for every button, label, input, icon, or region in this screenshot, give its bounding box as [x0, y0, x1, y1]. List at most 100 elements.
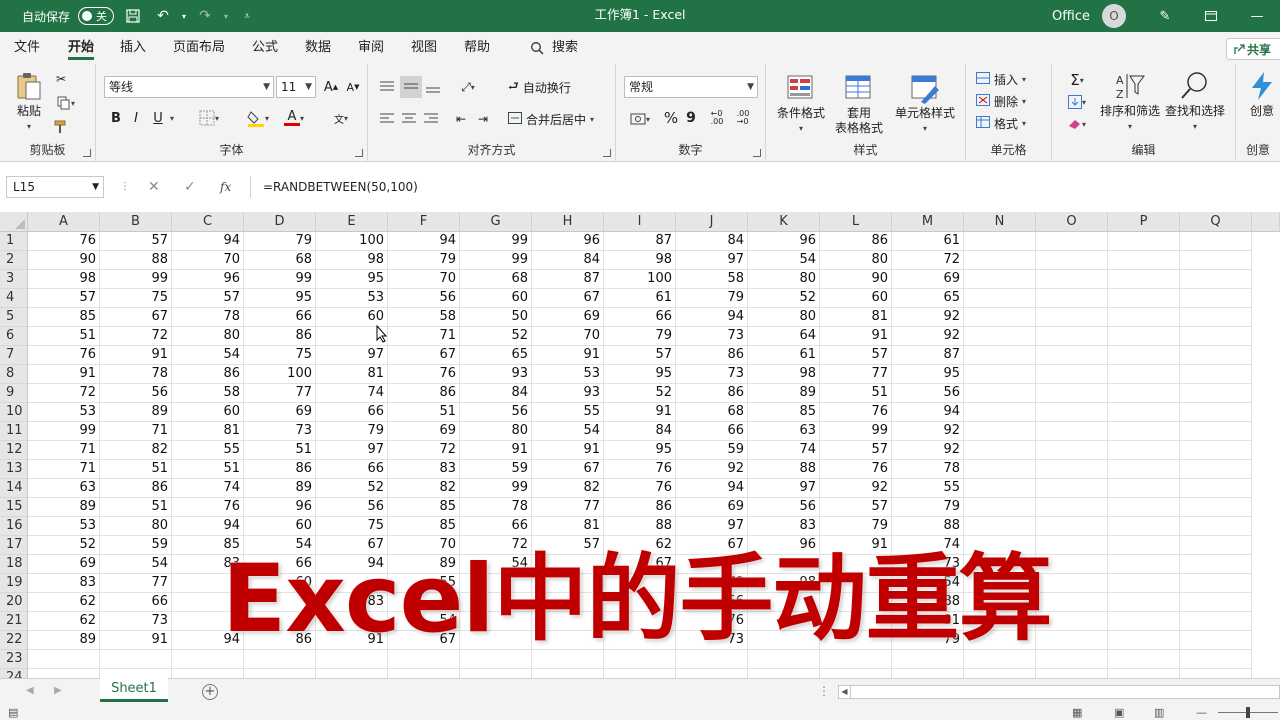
cell-d18[interactable]: 66: [244, 555, 316, 574]
cell-h22[interactable]: [532, 631, 604, 650]
cell-i8[interactable]: 95: [604, 365, 676, 384]
comma-style-button[interactable]: 9: [684, 108, 698, 128]
cell-b12[interactable]: 82: [100, 441, 172, 460]
cell-a13[interactable]: 71: [28, 460, 100, 479]
row-header-16[interactable]: 16: [0, 517, 28, 536]
fill-icon[interactable]: ▾: [1060, 92, 1094, 112]
tab-insert[interactable]: 插入: [120, 32, 146, 64]
cell-b3[interactable]: 99: [100, 270, 172, 289]
cell-q24[interactable]: [1180, 669, 1252, 678]
cell-g5[interactable]: 50: [460, 308, 532, 327]
increase-indent-icon[interactable]: ⇥: [474, 110, 492, 128]
cell-p23[interactable]: [1108, 650, 1180, 669]
cell-k14[interactable]: 97: [748, 479, 820, 498]
cell-c24[interactable]: [172, 669, 244, 678]
align-left-icon[interactable]: [378, 110, 396, 128]
cell-j12[interactable]: 59: [676, 441, 748, 460]
cell-n20[interactable]: [964, 593, 1036, 612]
cell-f8[interactable]: 76: [388, 365, 460, 384]
italic-button[interactable]: I: [128, 108, 144, 128]
cell-g1[interactable]: 99: [460, 232, 532, 251]
cell-e20[interactable]: 83: [316, 593, 388, 612]
cell-f24[interactable]: [388, 669, 460, 678]
cell-c7[interactable]: 54: [172, 346, 244, 365]
cell-o13[interactable]: [1036, 460, 1108, 479]
cell-q21[interactable]: [1180, 612, 1252, 631]
cell-m9[interactable]: 56: [892, 384, 964, 403]
cell-q23[interactable]: [1180, 650, 1252, 669]
cell-d22[interactable]: 86: [244, 631, 316, 650]
alignment-launcher-icon[interactable]: [603, 149, 611, 157]
cell-h18[interactable]: [532, 555, 604, 574]
sheet-tab-sheet1[interactable]: Sheet1: [100, 678, 168, 702]
cell-n13[interactable]: [964, 460, 1036, 479]
cell-k18[interactable]: [748, 555, 820, 574]
cell-c10[interactable]: 60: [172, 403, 244, 422]
cell-h11[interactable]: 54: [532, 422, 604, 441]
cell-a20[interactable]: 62: [28, 593, 100, 612]
cell-p12[interactable]: [1108, 441, 1180, 460]
clear-icon[interactable]: ▾: [1060, 114, 1094, 134]
cell-m24[interactable]: [892, 669, 964, 678]
cell-i22[interactable]: [604, 631, 676, 650]
cell-a19[interactable]: 83: [28, 574, 100, 593]
cell-m21[interactable]: 91: [892, 612, 964, 631]
cell-f20[interactable]: [388, 593, 460, 612]
cell-j6[interactable]: 73: [676, 327, 748, 346]
cell-a24[interactable]: [28, 669, 100, 678]
cell-f21[interactable]: 54: [388, 612, 460, 631]
undo-dropdown-icon[interactable]: ▾: [182, 12, 186, 21]
cell-l20[interactable]: [820, 593, 892, 612]
cell-n1[interactable]: [964, 232, 1036, 251]
row-header-21[interactable]: 21: [0, 612, 28, 631]
cell-i16[interactable]: 88: [604, 517, 676, 536]
cell-o15[interactable]: [1036, 498, 1108, 517]
cell-b17[interactable]: 59: [100, 536, 172, 555]
cell-a5[interactable]: 85: [28, 308, 100, 327]
cell-e15[interactable]: 56: [316, 498, 388, 517]
row-header-4[interactable]: 4: [0, 289, 28, 308]
cell-q14[interactable]: [1180, 479, 1252, 498]
enter-icon[interactable]: ✓: [184, 176, 196, 198]
cell-f12[interactable]: 72: [388, 441, 460, 460]
cell-f1[interactable]: 94: [388, 232, 460, 251]
cell-d12[interactable]: 51: [244, 441, 316, 460]
column-header-h[interactable]: H: [532, 212, 604, 232]
cell-e10[interactable]: 66: [316, 403, 388, 422]
cell-e8[interactable]: 81: [316, 365, 388, 384]
cell-m7[interactable]: 87: [892, 346, 964, 365]
cell-p9[interactable]: [1108, 384, 1180, 403]
cell-q12[interactable]: [1180, 441, 1252, 460]
cell-q9[interactable]: [1180, 384, 1252, 403]
cell-d23[interactable]: [244, 650, 316, 669]
cell-f2[interactable]: 79: [388, 251, 460, 270]
more-options-icon[interactable]: ⋮: [120, 176, 130, 198]
cell-l4[interactable]: 60: [820, 289, 892, 308]
find-select-button[interactable]: 查找和选择 ▾: [1162, 70, 1228, 134]
column-header-d[interactable]: D: [244, 212, 316, 232]
orientation-icon[interactable]: ⤢ ▾: [452, 78, 484, 96]
cell-k2[interactable]: 54: [748, 251, 820, 270]
merge-dropdown-icon[interactable]: ▾: [590, 115, 594, 124]
cell-i24[interactable]: [604, 669, 676, 678]
cell-j9[interactable]: 86: [676, 384, 748, 403]
cell-l22[interactable]: [820, 631, 892, 650]
cell-j8[interactable]: 73: [676, 365, 748, 384]
format-painter-icon[interactable]: [52, 118, 70, 136]
cell-h13[interactable]: 67: [532, 460, 604, 479]
cell-q2[interactable]: [1180, 251, 1252, 270]
cell-i15[interactable]: 86: [604, 498, 676, 517]
cell-f19[interactable]: 55: [388, 574, 460, 593]
cell-k6[interactable]: 64: [748, 327, 820, 346]
cell-l6[interactable]: 91: [820, 327, 892, 346]
cell-n15[interactable]: [964, 498, 1036, 517]
cell-a10[interactable]: 53: [28, 403, 100, 422]
cell-n9[interactable]: [964, 384, 1036, 403]
cell-i3[interactable]: 100: [604, 270, 676, 289]
cell-j3[interactable]: 58: [676, 270, 748, 289]
wrap-text-button[interactable]: ⮐ 自动换行: [508, 76, 571, 98]
cell-q3[interactable]: [1180, 270, 1252, 289]
number-launcher-icon[interactable]: [753, 149, 761, 157]
cell-c17[interactable]: 85: [172, 536, 244, 555]
cell-b22[interactable]: 91: [100, 631, 172, 650]
